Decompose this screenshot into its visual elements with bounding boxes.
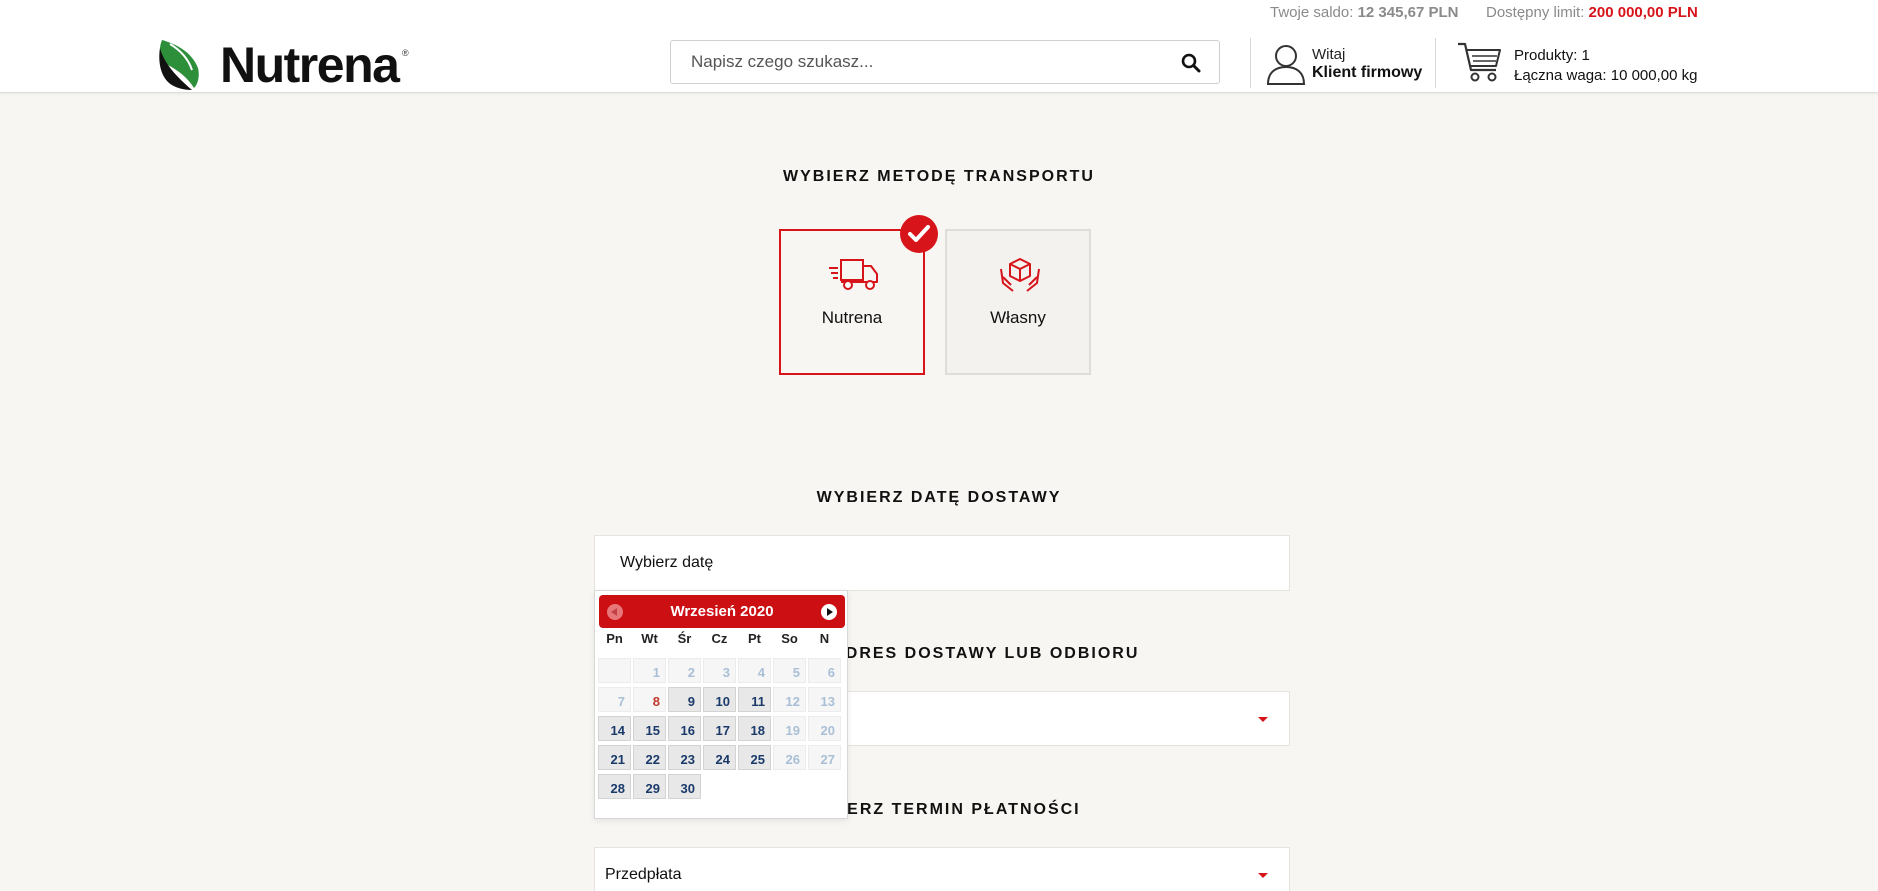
calendar-day: 1 <box>633 658 666 683</box>
weekday-header: Wt <box>641 631 658 646</box>
transport-option-wlasny[interactable]: Własny <box>945 229 1091 375</box>
weekday-header: Śr <box>677 631 692 646</box>
search-input[interactable] <box>691 41 1161 83</box>
weekday-header: So <box>781 631 798 646</box>
calendar-day[interactable]: 22 <box>633 745 666 770</box>
limit-info: Dostępny limit: 200 000,00 PLN <box>1486 4 1698 21</box>
logo-registered-mark: ® <box>402 48 409 58</box>
weekday-header: Pn <box>606 631 623 646</box>
search-icon[interactable] <box>1181 53 1201 73</box>
balance-value: 12 345,67 PLN <box>1357 4 1459 21</box>
user-name: Klient firmowy <box>1312 64 1423 81</box>
limit-label: Dostępny limit: <box>1486 4 1585 21</box>
site-header: Twoje saldo: 12 345,67 PLN Dostępny limi… <box>0 0 1878 93</box>
address-title: WYBIERZ ADRES DOSTAWY LUB ODBIORU <box>738 645 1140 662</box>
cart-products: Produkty: 1 <box>1514 47 1590 64</box>
calendar-day[interactable]: 11 <box>738 687 771 712</box>
calendar-day[interactable]: 14 <box>598 716 631 741</box>
next-month-icon[interactable] <box>821 604 837 620</box>
search-box <box>670 40 1220 84</box>
transport-title: WYBIERZ METODĘ TRANSPORTU <box>783 168 1095 185</box>
header-divider <box>1250 38 1251 88</box>
calendar-day[interactable]: 21 <box>598 745 631 770</box>
calendar-day[interactable]: 24 <box>703 745 736 770</box>
truck-icon <box>829 259 878 290</box>
nutrena-logo[interactable]: Nutrena ® <box>158 34 418 93</box>
calendar-day[interactable]: 18 <box>738 716 771 741</box>
calendar-day[interactable]: 15 <box>633 716 666 741</box>
datepicker: Wrzesień 2020 Pn Wt Śr Cz Pt So N 1 2 3 4 5 6 7 8 9 10 11… <box>594 590 848 819</box>
cart-icon <box>1458 42 1501 82</box>
logo-wordmark: Nutrena <box>220 37 400 93</box>
user-greeting: Witaj <box>1312 46 1346 63</box>
calendar-day[interactable]: 30 <box>668 774 701 799</box>
payment-select[interactable]: Przedpłata <box>594 847 1290 891</box>
delivery-date-field <box>594 535 1290 591</box>
calendar-day: 8 <box>633 687 666 712</box>
datepicker-header: Wrzesień 2020 <box>599 595 845 628</box>
balance-info: Twoje saldo: 12 345,67 PLN <box>1270 4 1458 21</box>
limit-value: 200 000,00 PLN <box>1588 4 1698 21</box>
calendar-day: 4 <box>738 658 771 683</box>
payment-title: WYBIERZ TERMIN PŁATNOŚCI <box>797 801 1081 818</box>
transport-option-label: Nutrena <box>821 308 883 327</box>
calendar-day[interactable]: 23 <box>668 745 701 770</box>
hands-box-icon <box>1000 258 1040 292</box>
calendar-day[interactable]: 10 <box>703 687 736 712</box>
calendar-day: 7 <box>598 687 631 712</box>
chevron-down-icon <box>1258 873 1268 878</box>
cart-weight: Łączna waga: 10 000,00 kg <box>1514 67 1698 84</box>
calendar-day: 19 <box>773 716 806 741</box>
calendar-day: 20 <box>808 716 841 741</box>
payment-select-value: Przedpłata <box>605 866 682 883</box>
balance-label: Twoje saldo: <box>1270 4 1354 21</box>
delivery-date-input[interactable] <box>620 536 1220 590</box>
transport-option-label: Własny <box>990 308 1046 327</box>
calendar-day[interactable]: 16 <box>668 716 701 741</box>
user-account[interactable]: Witaj Klient firmowy <box>1264 40 1424 86</box>
calendar-day: 13 <box>808 687 841 712</box>
check-icon <box>900 215 938 253</box>
calendar-day: 12 <box>773 687 806 712</box>
calendar-day[interactable]: 28 <box>598 774 631 799</box>
delivery-date-title: WYBIERZ DATĘ DOSTAWY <box>816 489 1062 506</box>
leaf-logo-icon <box>159 40 199 90</box>
calendar-empty-cell <box>598 658 631 683</box>
calendar-day: 3 <box>703 658 736 683</box>
weekday-header: N <box>819 631 830 646</box>
chevron-down-icon <box>1258 717 1268 722</box>
weekday-header: Cz <box>711 631 728 646</box>
calendar-day[interactable]: 29 <box>633 774 666 799</box>
weekday-header: Pt <box>748 631 761 646</box>
calendar-day: 5 <box>773 658 806 683</box>
calendar-day: 26 <box>773 745 806 770</box>
calendar-day: 6 <box>808 658 841 683</box>
header-divider <box>1435 38 1436 88</box>
calendar-day[interactable]: 17 <box>703 716 736 741</box>
calendar-day: 2 <box>668 658 701 683</box>
calendar-day[interactable]: 9 <box>668 687 701 712</box>
cart-summary[interactable]: Produkty: 1 Łączna waga: 10 000,00 kg <box>1456 40 1716 86</box>
calendar-day: 27 <box>808 745 841 770</box>
calendar-day[interactable]: 25 <box>738 745 771 770</box>
user-icon <box>1266 45 1306 85</box>
datepicker-month-label: Wrzesień 2020 <box>670 603 774 620</box>
